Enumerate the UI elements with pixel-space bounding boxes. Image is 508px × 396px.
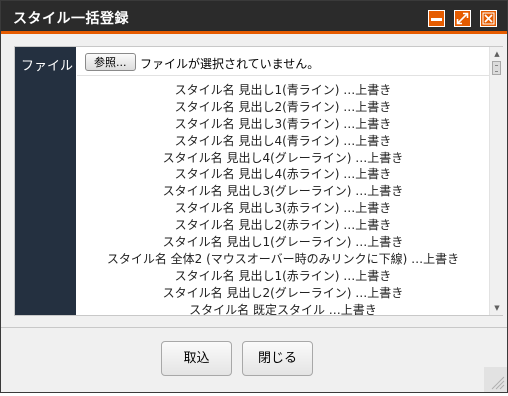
result-list: スタイル名 見出し1(青ライン) …上書き スタイル名 見出し2(青ライン) …上… [77,82,489,315]
file-label-cell: ファイル [15,47,76,315]
expand-icon [456,12,469,25]
result-item: スタイル名 見出し4(青ライン) …上書き [174,133,392,148]
style-bulk-register-dialog: スタイル一括登録 ファイル 参照... ファイルが選択されていません。 スタイル… [0,0,508,393]
form-panel: ファイル 参照... ファイルが選択されていません。 スタイル名 見出し1(青ラ… [14,46,503,316]
result-item: スタイル名 見出し4(グレーライン) …上書き [162,150,404,165]
close-dialog-button[interactable]: 閉じる [242,341,313,376]
result-item: スタイル名 見出し2(青ライン) …上書き [174,99,392,114]
close-button[interactable] [480,10,497,27]
resize-grip[interactable] [484,367,507,392]
result-item: スタイル名 見出し2(赤ライン) …上書き [174,218,392,233]
divider [77,75,489,76]
result-item: スタイル名 見出し3(グレーライン) …上書き [162,184,404,199]
result-item: スタイル名 見出し1(青ライン) …上書き [174,83,392,97]
result-item: スタイル名 既定スタイル …上書き [189,302,377,315]
result-item: スタイル名 見出し2(グレーライン) …上書き [162,285,404,300]
result-item: スタイル名 見出し3(赤ライン) …上書き [174,201,392,216]
title-bar[interactable]: スタイル一括登録 [1,1,507,34]
minimize-button[interactable] [428,10,445,27]
resize-grip-icon [491,376,505,390]
import-button[interactable]: 取込 [161,341,232,376]
browse-button[interactable]: 参照... [85,53,136,71]
scroll-thumb[interactable] [492,61,501,75]
result-item: スタイル名 見出し3(青ライン) …上書き [174,116,392,131]
dialog-title: スタイル一括登録 [13,11,129,27]
result-item: スタイル名 見出し1(グレーライン) …上書き [162,235,404,250]
file-label: ファイル [21,59,74,74]
scroll-down-arrow-icon[interactable]: ▼ [491,302,503,314]
close-icon [482,12,495,25]
result-item: スタイル名 見出し4(赤ライン) …上書き [174,167,392,182]
vertical-scrollbar[interactable]: ▲ ▼ [489,47,503,315]
minimize-icon [431,18,442,21]
footer-divider [1,327,507,328]
result-item: スタイル名 全体2 (マウスオーバー時のみリンクに下線) …上書き [106,251,460,266]
file-value-cell: 参照... ファイルが選択されていません。 スタイル名 見出し1(青ライン) …… [77,47,489,315]
file-status-text: ファイルが選択されていません。 [140,57,320,71]
maximize-button[interactable] [454,10,471,27]
result-item: スタイル名 見出し1(赤ライン) …上書き [174,268,392,283]
scroll-up-arrow-icon[interactable]: ▲ [491,48,503,60]
